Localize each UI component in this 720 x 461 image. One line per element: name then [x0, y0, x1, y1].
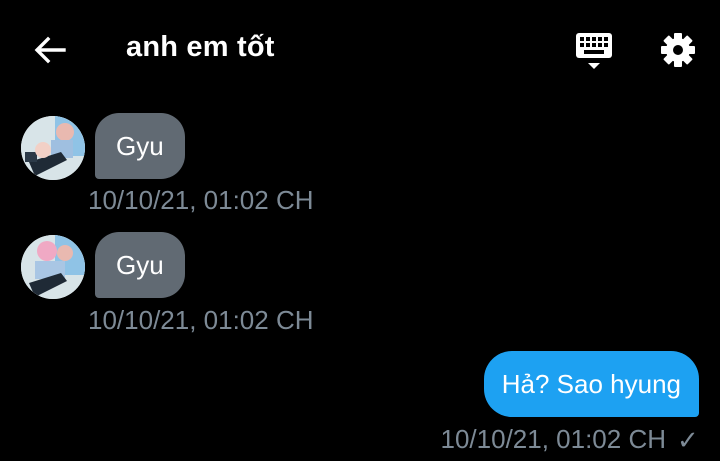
back-button[interactable] — [28, 28, 72, 72]
keyboard-button[interactable] — [572, 30, 616, 74]
message-timestamp: 10/10/21, 01:02 CH — [88, 305, 314, 335]
settings-button[interactable] — [656, 28, 700, 72]
message-bubble-outgoing[interactable]: Hả? Sao hyung — [483, 351, 699, 417]
chat-header: anh em tốt — [0, 0, 720, 100]
message-timestamp: 10/10/21, 01:02 CH — [440, 424, 667, 454]
avatar[interactable] — [21, 116, 85, 180]
avatar[interactable] — [21, 235, 85, 299]
message-bubble-incoming[interactable]: Gyu — [95, 232, 185, 298]
check-icon: ✓ — [677, 425, 699, 455]
keyboard-icon — [576, 33, 612, 69]
message-bubble-incoming[interactable]: Gyu — [95, 113, 185, 179]
avatar-photo — [21, 235, 85, 299]
avatar-photo — [21, 116, 85, 180]
conversation-title: anh em tốt — [126, 31, 275, 63]
gear-icon — [661, 33, 695, 67]
message-timestamp: 10/10/21, 01:02 CH — [88, 185, 314, 215]
arrow-left-icon — [34, 36, 66, 64]
